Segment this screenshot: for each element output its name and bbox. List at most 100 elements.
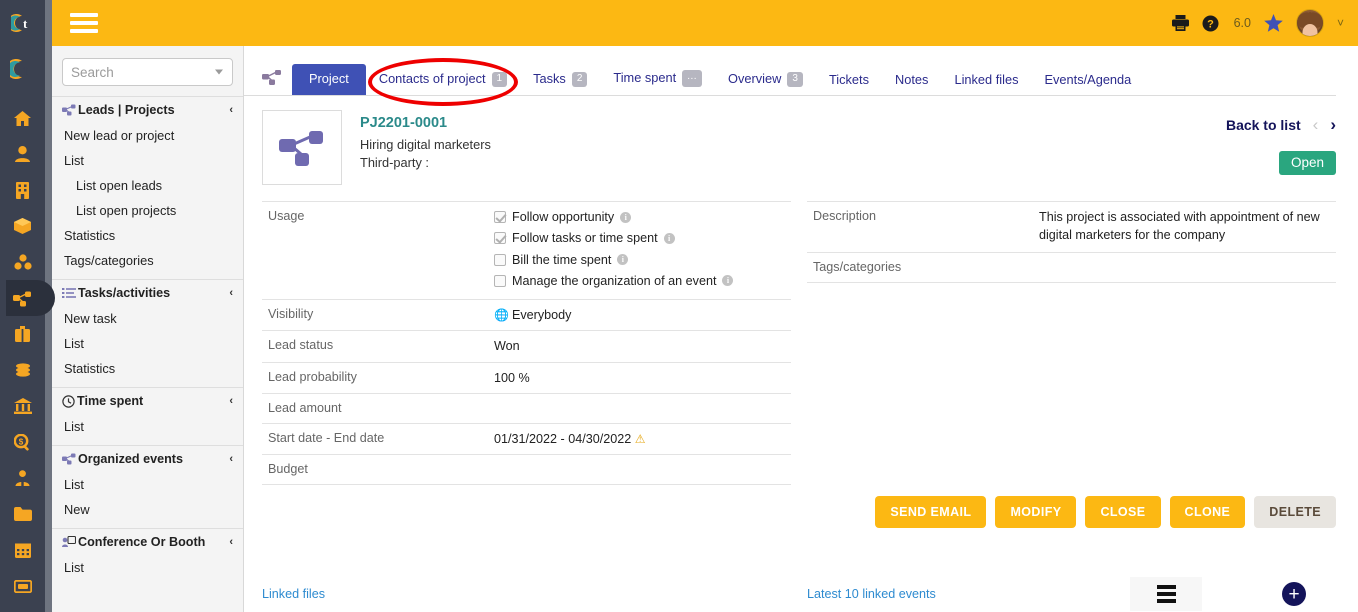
info-icon[interactable]: i <box>617 254 629 266</box>
tab-label: Events/Agenda <box>1044 71 1132 87</box>
nav-group-header[interactable]: Conference Or Booth ‹ <box>52 529 243 555</box>
tab-tickets[interactable]: Tickets <box>816 66 882 95</box>
box-icon[interactable] <box>0 208 45 244</box>
checkbox-follow-opportunity[interactable]: Follow opportunity i <box>494 208 733 226</box>
checkbox-follow-tasks-or-time-spent[interactable]: Follow tasks or time spent i <box>494 229 733 247</box>
send-email-button[interactable]: SEND EMAIL <box>875 496 987 528</box>
info-icon[interactable]: i <box>663 232 675 244</box>
coins-icon[interactable] <box>0 352 45 388</box>
sidebar: Leads | Projects ‹ New lead or project L… <box>52 46 244 612</box>
nav-group-label: Leads | Projects <box>78 103 175 117</box>
sidebar-item-task-statistics[interactable]: Statistics <box>52 356 243 381</box>
help-circle-icon[interactable]: ? <box>1202 15 1219 32</box>
avatar[interactable] <box>1295 9 1324 37</box>
top-bar: ? 6.0 ˅ <box>52 0 1358 46</box>
home-icon[interactable] <box>0 100 45 136</box>
chevron-left-icon[interactable]: ‹ <box>229 536 233 548</box>
sidebar-item-new-lead-or-project[interactable]: New lead or project <box>52 123 243 148</box>
folder-icon[interactable] <box>0 496 45 532</box>
employee-icon[interactable] <box>0 460 45 496</box>
menu-icon[interactable] <box>70 13 98 33</box>
field-value: This project is associated with appointm… <box>1039 210 1320 243</box>
field-label: Lead status <box>268 338 334 353</box>
search-box[interactable] <box>62 58 233 86</box>
field-tags-categories: Tags/categories <box>807 253 1336 283</box>
sidebar-item-conference-list[interactable]: List <box>52 555 243 580</box>
add-circle-icon[interactable]: + <box>1282 582 1306 606</box>
sidebar-item-task-list[interactable]: List <box>52 331 243 356</box>
money-search-icon[interactable]: $ <box>0 424 45 460</box>
chevron-down-icon[interactable] <box>215 69 223 75</box>
chevron-left-icon[interactable]: ‹ <box>229 287 233 299</box>
sidebar-item-events-new[interactable]: New <box>52 497 243 522</box>
briefcase-icon[interactable] <box>0 316 45 352</box>
delete-button[interactable]: DELETE <box>1254 496 1336 528</box>
modify-button[interactable]: MODIFY <box>995 496 1077 528</box>
back-to-list-link[interactable]: Back to list <box>1226 117 1301 133</box>
printer-icon[interactable] <box>1171 15 1189 31</box>
nav-group-label: Organized events <box>78 452 183 466</box>
tab-events-agenda[interactable]: Events/Agenda <box>1031 66 1144 95</box>
tab-badge: 3 <box>787 72 803 87</box>
checkbox-icon[interactable] <box>494 253 506 266</box>
nav-group-header[interactable]: Leads | Projects ‹ <box>52 97 243 123</box>
visibility-value: Everybody <box>511 308 572 322</box>
nav-group-header[interactable]: Organized events ‹ <box>52 446 243 472</box>
checkbox-icon[interactable] <box>494 232 506 245</box>
next-record-icon[interactable]: › <box>1330 116 1336 133</box>
info-icon[interactable]: i <box>722 275 734 287</box>
calendar-icon[interactable] <box>0 532 45 568</box>
tab-notes[interactable]: Notes <box>882 66 941 95</box>
tab-linked-files[interactable]: Linked files <box>941 66 1031 95</box>
star-icon[interactable] <box>1264 14 1283 32</box>
tab-label: Tasks <box>533 71 566 87</box>
checkbox-manage-organization-of-event[interactable]: Manage the organization of an event i <box>494 272 734 290</box>
sidebar-item-list-open-leads[interactable]: List open leads <box>52 173 243 198</box>
tab-time-spent[interactable]: Time spent ... <box>600 63 715 95</box>
sidebar-item-projects[interactable] <box>0 280 55 316</box>
field-value: 01/31/2022 - 04/30/2022 ⚠ <box>494 430 646 448</box>
tab-contacts-of-project[interactable]: Contacts of project 1 <box>366 65 520 95</box>
sidebar-item-new-task[interactable]: New task <box>52 306 243 331</box>
search-input[interactable] <box>63 59 203 85</box>
tab-tasks[interactable]: Tasks 2 <box>520 65 600 95</box>
chevron-left-icon[interactable]: ‹ <box>229 395 233 407</box>
warning-icon: ⚠ <box>634 431 646 446</box>
previous-record-icon[interactable]: ‹ <box>1313 116 1319 133</box>
chevron-left-icon[interactable]: ‹ <box>229 453 233 465</box>
tab-project[interactable]: Project <box>292 63 366 95</box>
sidebar-item-list-open-projects[interactable]: List open projects <box>52 198 243 223</box>
user-icon[interactable] <box>0 136 45 172</box>
sidebar-item-time-spent-list[interactable]: List <box>52 414 243 439</box>
tab-label: Linked files <box>954 71 1019 87</box>
field-label: Visibility <box>268 307 314 321</box>
products-icon[interactable] <box>0 244 45 280</box>
sidebar-item-statistics[interactable]: Statistics <box>52 223 243 248</box>
field-label: Tags/categories <box>813 260 902 274</box>
list-menu-icon[interactable] <box>1130 577 1202 611</box>
page-title[interactable]: PJ2201-0001 <box>360 115 491 131</box>
info-icon[interactable]: i <box>620 211 632 223</box>
latest-linked-events-link[interactable]: Latest 10 linked events <box>807 587 936 601</box>
checkbox-bill-the-time-spent[interactable]: Bill the time spent i <box>494 251 733 269</box>
sidebar-item-events-list[interactable]: List <box>52 472 243 497</box>
checkbox-icon[interactable] <box>494 211 506 224</box>
nav-group-header[interactable]: Tasks/activities ‹ <box>52 280 243 306</box>
nav-group-header[interactable]: Time spent ‹ <box>52 388 243 414</box>
nav-group-body: List <box>52 414 243 445</box>
chevron-down-icon[interactable]: ˅ <box>1337 16 1344 30</box>
checkbox-icon[interactable] <box>494 274 506 287</box>
clone-button[interactable]: CLONE <box>1169 496 1246 528</box>
close-button[interactable]: CLOSE <box>1085 496 1161 528</box>
sidebar-item-list[interactable]: List <box>52 148 243 173</box>
main-content: Project Contacts of project 1 Tasks 2 Ti… <box>244 46 1358 612</box>
tab-label: Tickets <box>828 71 870 87</box>
building-icon[interactable] <box>0 172 45 208</box>
linked-files-section-link[interactable]: Linked files <box>262 587 325 601</box>
tab-overview[interactable]: Overview 3 <box>715 65 816 95</box>
sidebar-item-tags-categories[interactable]: Tags/categories <box>52 248 243 273</box>
chevron-left-icon[interactable]: ‹ <box>229 104 233 116</box>
ticket-icon[interactable] <box>0 568 45 604</box>
tab-label: Notes <box>895 71 929 87</box>
bank-icon[interactable] <box>0 388 45 424</box>
